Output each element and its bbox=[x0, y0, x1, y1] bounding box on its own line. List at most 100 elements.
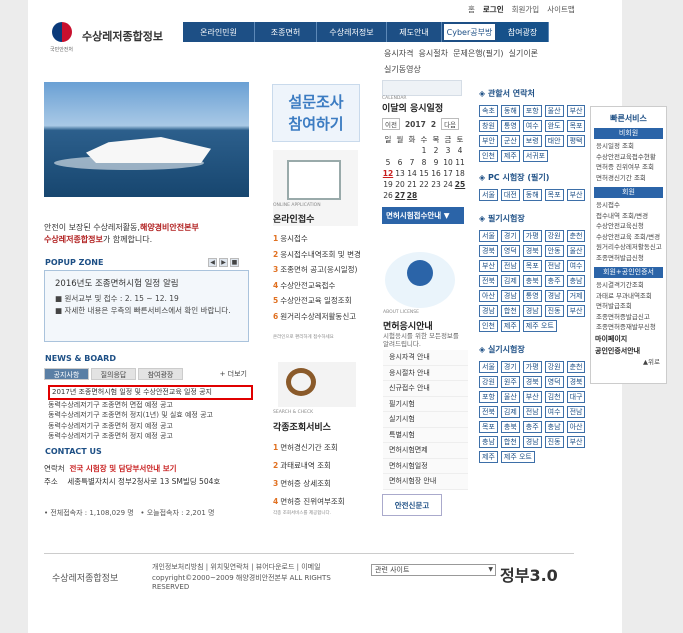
tab-notice[interactable]: 공지사항 bbox=[44, 368, 89, 380]
written-exam-chip[interactable]: 울산 bbox=[566, 245, 586, 257]
day-exam[interactable]: 12 bbox=[382, 168, 394, 179]
join-link[interactable]: 회원가입 bbox=[512, 4, 540, 15]
news-item[interactable]: 동력수상레저기구 조종면허 정지(1년) 및 실효 예정 공고 bbox=[48, 410, 253, 421]
written-exam-chip[interactable]: 전남 bbox=[544, 260, 564, 272]
practical-exam-chip[interactable]: 포항 bbox=[479, 391, 498, 403]
practical-exam-chip[interactable]: 춘천 bbox=[566, 361, 586, 373]
exam-site-link[interactable]: 전국 시험장 및 담당부서안내 보기 bbox=[69, 464, 176, 473]
nav-system-guide[interactable]: 제도안내 bbox=[387, 22, 442, 42]
practical-exam-chip[interactable]: 강원 bbox=[479, 376, 498, 388]
search-item[interactable]: 3 면허증 상세조회 bbox=[273, 475, 365, 493]
pc-exam-chip[interactable]: 서울 bbox=[479, 189, 498, 201]
office-chip[interactable]: 인천 bbox=[479, 150, 498, 162]
news-item[interactable]: 동력수상레저기구 조종면허 정지 예정 공고 bbox=[48, 431, 253, 442]
practical-exam-chip[interactable]: 합천 bbox=[500, 436, 520, 448]
quick-item[interactable]: 응시일정 조회 bbox=[591, 141, 666, 152]
practical-exam-chip[interactable]: 충남 bbox=[479, 436, 498, 448]
safety-report-banner[interactable]: 안전신문고 bbox=[382, 494, 442, 516]
sub-practical-video[interactable]: 실기동영상 bbox=[384, 65, 421, 74]
quick-item[interactable]: 응시접수 bbox=[591, 200, 666, 211]
quick-item[interactable]: 면허경신기간 조회 bbox=[591, 173, 666, 184]
tab-participation[interactable]: 참여광장 bbox=[138, 368, 183, 380]
practical-exam-chip[interactable]: 제주 bbox=[479, 451, 498, 463]
office-chip[interactable]: 군산 bbox=[500, 135, 520, 147]
stop-icon[interactable]: ■ bbox=[230, 258, 239, 267]
written-exam-chip[interactable]: 거제 bbox=[566, 290, 586, 302]
nav-leisure-info[interactable]: 수상레저정보 bbox=[317, 22, 387, 42]
sub-procedure[interactable]: 응시절차 bbox=[419, 49, 448, 58]
office-chip[interactable]: 속초 bbox=[479, 105, 498, 117]
written-exam-chip[interactable]: 영덕 bbox=[500, 245, 520, 257]
license-item[interactable]: 특별시험 bbox=[383, 427, 468, 443]
written-exam-chip[interactable]: 여수 bbox=[566, 260, 586, 272]
license-item[interactable]: 필기시험 bbox=[383, 396, 468, 412]
written-exam-chip[interactable]: 안동 bbox=[544, 245, 564, 257]
quick-item[interactable]: 수상안전교육 조회/변경 bbox=[591, 232, 666, 243]
practical-exam-chip[interactable]: 진동 bbox=[544, 436, 564, 448]
sub-question-bank[interactable]: 문제은행(필기) bbox=[453, 49, 503, 58]
practical-exam-chip[interactable]: 충남 bbox=[544, 421, 564, 433]
practical-exam-chip[interactable]: 전남 bbox=[566, 406, 586, 418]
practical-exam-chip[interactable]: 강원 bbox=[544, 361, 564, 373]
written-exam-chip[interactable]: 부산 bbox=[566, 305, 586, 317]
sub-qualification[interactable]: 응시자격 bbox=[384, 49, 413, 58]
office-chip[interactable]: 동해 bbox=[500, 105, 520, 117]
license-item[interactable]: 면허시험장 안내 bbox=[383, 474, 468, 490]
written-exam-chip[interactable]: 충북 bbox=[522, 275, 542, 287]
quick-item[interactable]: 수상안전교육접수현황 bbox=[591, 152, 666, 163]
quick-item[interactable]: 응시결격기간조회 bbox=[591, 280, 666, 291]
practical-exam-chip[interactable]: 서울 bbox=[479, 361, 498, 373]
written-exam-chip[interactable]: 경남 bbox=[522, 305, 542, 317]
office-chip[interactable]: 평택 bbox=[566, 135, 586, 147]
pc-exam-chip[interactable]: 대전 bbox=[500, 189, 520, 201]
practical-exam-chip[interactable]: 가평 bbox=[522, 361, 542, 373]
practical-exam-chip[interactable]: 경남 bbox=[522, 436, 542, 448]
practical-exam-chip[interactable]: 대구 bbox=[566, 391, 586, 403]
office-chip[interactable]: 부안 bbox=[479, 135, 498, 147]
practical-exam-chip[interactable]: 영덕 bbox=[544, 376, 564, 388]
quick-item[interactable]: 면허증 진위여부 조회 bbox=[591, 162, 666, 173]
license-item[interactable]: 실기시험 bbox=[383, 412, 468, 428]
practical-exam-chip[interactable]: 원주 bbox=[500, 376, 520, 388]
written-exam-chip[interactable]: 목포 bbox=[522, 260, 542, 272]
practical-exam-chip[interactable]: 경북 bbox=[522, 376, 542, 388]
office-chip[interactable]: 여수 bbox=[522, 120, 542, 132]
quick-item[interactable]: 원거리수상레저활동신고 bbox=[591, 242, 666, 253]
quick-item[interactable]: 접수내역 조회/변경 bbox=[591, 211, 666, 222]
written-exam-chip[interactable]: 춘천 bbox=[566, 230, 586, 242]
license-item[interactable]: 면허시험일정 bbox=[383, 458, 468, 474]
day-exam[interactable]: 28 bbox=[406, 190, 418, 201]
license-item[interactable]: 면허시험면제 bbox=[383, 443, 468, 459]
online-item[interactable]: 5 수상안전교육 일정조회 bbox=[273, 293, 365, 309]
footer-links[interactable]: 개인정보처리방침 | 위치및연락처 | 뷰어다운로드 | 이메일 bbox=[152, 562, 321, 572]
office-chip[interactable]: 태안 bbox=[544, 135, 564, 147]
home-link[interactable]: 홈 bbox=[468, 4, 475, 15]
search-item[interactable]: 4 면허증 진위여부조회 bbox=[273, 493, 365, 511]
written-exam-chip[interactable]: 합천 bbox=[500, 305, 520, 317]
office-chip[interactable]: 서귀포 bbox=[522, 150, 549, 162]
quick-item[interactable]: 과태료 부과내역조회 bbox=[591, 291, 666, 302]
exam-apply-guide-button[interactable]: 면허시험접수안내 ▼ bbox=[382, 206, 464, 224]
practical-exam-chip[interactable]: 울산 bbox=[500, 391, 520, 403]
quick-item[interactable]: 조종면허증발급신고 bbox=[591, 312, 666, 323]
more-link[interactable]: + 더보기 bbox=[220, 368, 247, 380]
written-exam-chip[interactable]: 충주 bbox=[544, 275, 564, 287]
office-chip[interactable]: 통영 bbox=[500, 120, 520, 132]
practical-exam-chip[interactable]: 여수 bbox=[544, 406, 564, 418]
written-exam-chip[interactable]: 강원 bbox=[544, 230, 564, 242]
practical-exam-chip[interactable]: 전북 bbox=[479, 406, 498, 418]
pc-exam-chip[interactable]: 목포 bbox=[544, 189, 564, 201]
related-sites-select[interactable]: 관련 사이트 ▼ bbox=[371, 564, 496, 576]
prev-icon[interactable]: ◀ bbox=[208, 258, 217, 267]
quick-item[interactable]: 조종면허발급신청 bbox=[591, 253, 666, 264]
quick-item[interactable]: 면허발급조회 bbox=[591, 301, 666, 312]
practical-exam-chip[interactable]: 김천 bbox=[544, 391, 564, 403]
practical-exam-chip[interactable]: 제주 오트 bbox=[500, 451, 535, 463]
office-chip[interactable]: 부산 bbox=[566, 105, 586, 117]
written-exam-chip[interactable]: 김제 bbox=[500, 275, 520, 287]
office-chip[interactable]: 완도 bbox=[544, 120, 564, 132]
practical-exam-chip[interactable]: 부산 bbox=[522, 391, 542, 403]
office-chip[interactable]: 포항 bbox=[522, 105, 542, 117]
practical-exam-chip[interactable]: 경북 bbox=[566, 376, 586, 388]
survey-banner[interactable]: 설문조사 참여하기 bbox=[272, 84, 360, 142]
